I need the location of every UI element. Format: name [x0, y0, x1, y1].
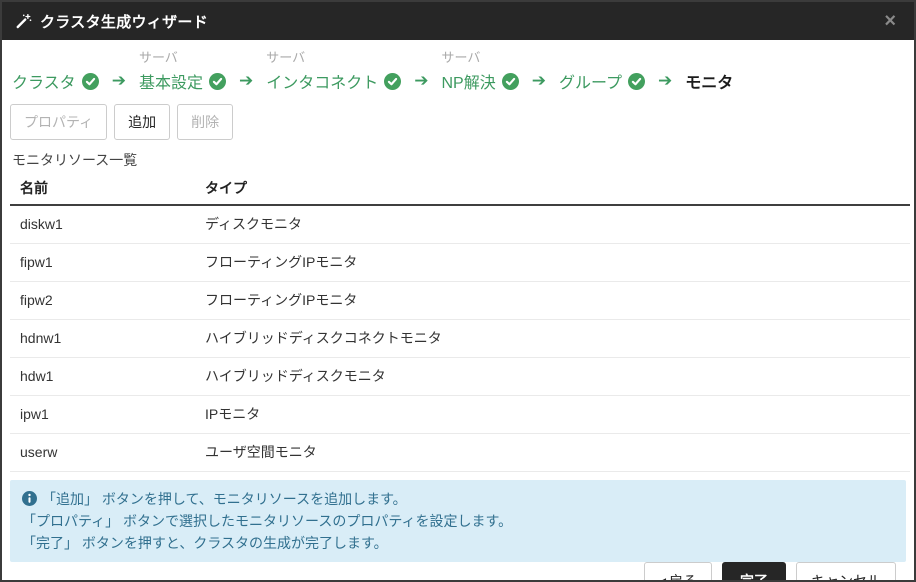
step-cluster: クラスタ [12, 48, 99, 94]
column-header-name: 名前 [10, 173, 195, 206]
table-header-row: 名前 タイプ [10, 173, 910, 206]
info-line-3: 「完了」 ボタンを押すと、クラスタの生成が完了します。 [22, 535, 388, 551]
cluster-wizard-dialog: クラスタ生成ウィザード × クラスタ ➔ サーバ 基本設定 ➔ サーバ インタコ… [0, 0, 916, 582]
cell-name: fipw2 [10, 281, 195, 320]
monitor-list-caption: モニタリソース一覧 [12, 152, 138, 168]
step-arrow: ➔ [519, 48, 559, 94]
back-button[interactable]: ◀ 戻る [644, 562, 712, 582]
step-label: 基本設定 [138, 75, 203, 92]
step-arrow: ➔ [226, 48, 266, 94]
add-button[interactable]: 追加 [114, 104, 171, 140]
cell-type: ディスクモニタ [195, 205, 910, 244]
check-icon [81, 72, 99, 90]
step-monitor-current: モニタ [685, 48, 733, 94]
cell-type: フローティングIPモニタ [195, 281, 910, 320]
cell-name: hdnw1 [10, 319, 195, 358]
arrow-icon: ➔ [414, 71, 429, 90]
finish-button[interactable]: 完了 [722, 562, 786, 580]
cell-name: fipw1 [10, 243, 195, 282]
footer: ◀ 戻る 完了 キャンセル [2, 562, 914, 582]
cell-type: ハイブリッドディスクモニタ [195, 357, 910, 396]
column-header-type: タイプ [195, 173, 910, 206]
cell-type: フローティングIPモニタ [195, 243, 910, 282]
step-label: モニタ [685, 75, 734, 92]
cell-name: ipw1 [10, 395, 195, 434]
step-arrow: ➔ [645, 48, 685, 94]
step-group: グループ [559, 48, 645, 94]
step-interconnect: サーバ インタコネクト [266, 48, 402, 94]
step-label: NP解決 [441, 75, 496, 92]
check-icon [501, 72, 519, 90]
arrow-icon: ➔ [238, 71, 254, 90]
wizard-steps: クラスタ ➔ サーバ 基本設定 ➔ サーバ インタコネクト ➔ サーバ NP解決 [2, 40, 914, 100]
toolbar: プロパティ 追加 削除 [2, 100, 914, 140]
properties-button[interactable]: プロパティ [10, 104, 108, 140]
cell-type: ハイブリッドディスクコネクトモニタ [195, 319, 910, 358]
cell-type: IPモニタ [195, 395, 910, 434]
check-icon [384, 72, 402, 90]
cell-name: diskw1 [10, 205, 195, 244]
table-row[interactable]: fipw1 フローティングIPモニタ [10, 243, 910, 282]
info-line-1: 「追加」 ボタンを押して、モニタリソースを追加します。 [22, 488, 894, 510]
info-icon [22, 491, 37, 506]
monitor-resource-table: 名前 タイプ diskw1 ディスクモニタ fipw1 フローティングIPモニタ… [10, 173, 910, 472]
info-line-2: 「プロパティ」 ボタンで選択したモニタリソースのプロパティを設定します。 [22, 513, 513, 529]
dialog-title: クラスタ生成ウィザード [40, 13, 209, 31]
step-label: クラスタ [12, 75, 76, 92]
cell-name: userw [10, 433, 195, 472]
table-row[interactable]: userw ユーザ空間モニタ [10, 433, 910, 472]
table-row[interactable]: hdnw1 ハイブリッドディスクコネクトモニタ [10, 319, 910, 358]
arrow-icon: ➔ [111, 71, 126, 90]
cancel-button[interactable]: キャンセル [796, 562, 896, 580]
titlebar: クラスタ生成ウィザード × [2, 2, 914, 40]
cell-type: ユーザ空間モニタ [195, 433, 910, 472]
close-icon[interactable]: × [878, 9, 902, 33]
remove-button[interactable]: 削除 [177, 104, 234, 140]
table-row[interactable]: ipw1 IPモニタ [10, 395, 910, 434]
back-arrow-icon: ◀ [659, 575, 666, 582]
step-np-resolution: サーバ NP解決 [441, 48, 519, 94]
magic-wand-icon [14, 12, 32, 30]
step-basic-settings: サーバ 基本設定 [139, 48, 226, 94]
arrow-icon: ➔ [658, 71, 673, 90]
check-icon [208, 72, 226, 90]
step-label: インタコネクト [266, 75, 379, 92]
table-row[interactable]: diskw1 ディスクモニタ [10, 205, 910, 244]
step-arrow: ➔ [99, 48, 139, 94]
step-label: グループ [558, 75, 622, 92]
info-box: 「追加」 ボタンを押して、モニタリソースを追加します。 「プロパティ」 ボタンで… [10, 480, 906, 562]
cell-name: hdw1 [10, 357, 195, 396]
table-row[interactable]: fipw2 フローティングIPモニタ [10, 281, 910, 320]
table-row[interactable]: hdw1 ハイブリッドディスクモニタ [10, 357, 910, 396]
arrow-icon: ➔ [531, 71, 546, 90]
step-arrow: ➔ [401, 48, 441, 94]
check-icon [628, 72, 645, 90]
